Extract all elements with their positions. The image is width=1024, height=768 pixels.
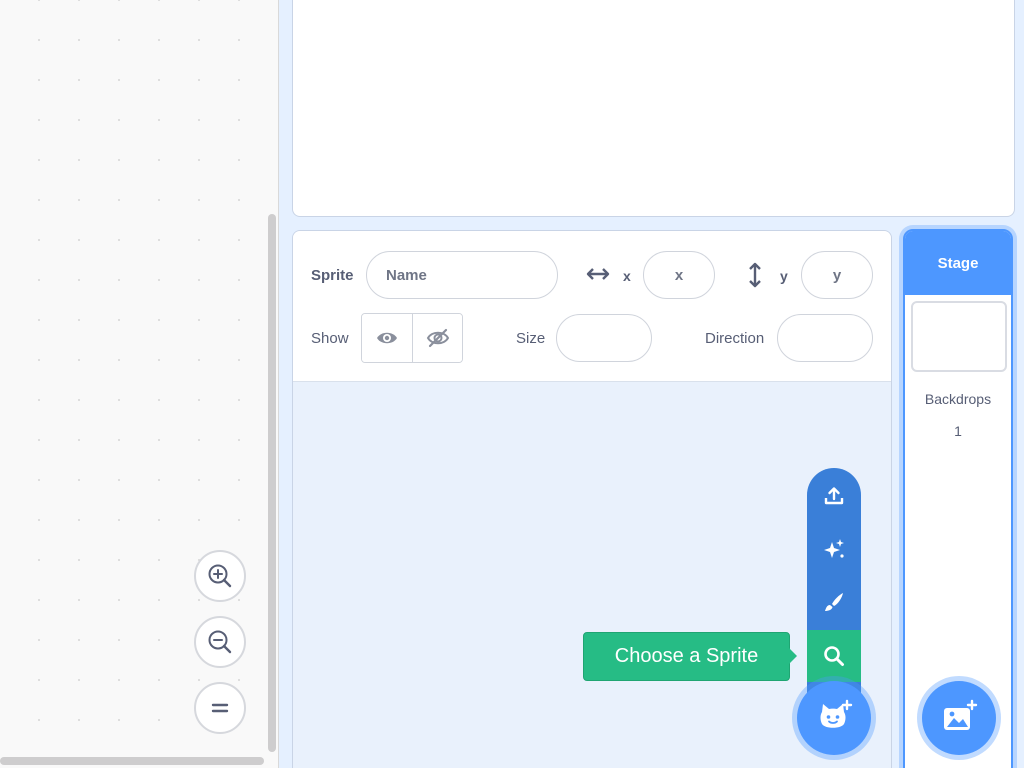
- sprite-info-panel: Sprite Name x x y y Show Size Direction: [293, 231, 891, 382]
- zoom-out-button[interactable]: [194, 616, 246, 668]
- sprite-name-field[interactable]: Name: [366, 251, 558, 299]
- paint-sprite-button[interactable]: [807, 576, 861, 628]
- zoom-in-icon: [208, 564, 232, 588]
- upload-icon: [824, 487, 844, 505]
- code-workspace[interactable]: [0, 0, 279, 768]
- stage-canvas[interactable]: [292, 0, 1015, 217]
- y-label: y: [780, 268, 788, 284]
- eye-slash-icon: [426, 328, 449, 348]
- size-field[interactable]: [556, 314, 652, 362]
- workspace-vertical-scrollbar[interactable]: [268, 214, 276, 752]
- cat-plus-icon: [820, 699, 853, 728]
- zoom-out-icon: [208, 630, 232, 654]
- zoom-reset-button[interactable]: [194, 682, 246, 734]
- upload-sprite-button[interactable]: [807, 470, 861, 522]
- zoom-reset-icon: [211, 703, 229, 713]
- direction-field[interactable]: [777, 314, 873, 362]
- stage-header: Stage: [905, 231, 1011, 295]
- workspace-horizontal-scrollbar[interactable]: [0, 757, 264, 765]
- y-placeholder: y: [832, 266, 842, 284]
- stage-thumbnail[interactable]: [911, 301, 1007, 372]
- search-sprite-button[interactable]: [807, 630, 861, 682]
- choose-backdrop-button[interactable]: [922, 681, 996, 755]
- surprise-icon: [824, 539, 844, 558]
- show-toggle-group: [361, 313, 463, 363]
- x-position-field[interactable]: x: [643, 251, 715, 299]
- search-icon: [824, 646, 844, 666]
- sprite-label: Sprite: [311, 267, 354, 284]
- x-arrows-icon: [585, 264, 611, 289]
- size-label: Size: [516, 330, 546, 347]
- direction-label: Direction: [705, 330, 765, 347]
- show-sprite-button[interactable]: [362, 314, 412, 362]
- sprite-menu: [807, 468, 861, 708]
- image-plus-icon: [944, 699, 978, 730]
- y-position-field[interactable]: y: [801, 251, 873, 299]
- paint-icon: [825, 593, 843, 611]
- y-arrows-icon: [745, 261, 765, 294]
- sprite-name-placeholder: Name: [386, 266, 427, 284]
- x-label: x: [623, 268, 631, 284]
- x-placeholder: x: [674, 266, 684, 284]
- zoom-in-button[interactable]: [194, 550, 246, 602]
- surprise-sprite-button[interactable]: [807, 523, 861, 575]
- choose-sprite-tooltip: Choose a Sprite: [583, 632, 790, 681]
- backdrops-count: 1: [954, 423, 962, 439]
- hide-sprite-button[interactable]: [412, 314, 462, 362]
- sprite-pane: Sprite Name x x y y Show Size Direction: [292, 230, 892, 768]
- tooltip-arrow: [789, 648, 797, 664]
- backdrops-label: Backdrops: [924, 391, 992, 407]
- show-label: Show: [311, 330, 349, 347]
- eye-icon: [377, 332, 397, 344]
- choose-sprite-button[interactable]: [797, 681, 871, 755]
